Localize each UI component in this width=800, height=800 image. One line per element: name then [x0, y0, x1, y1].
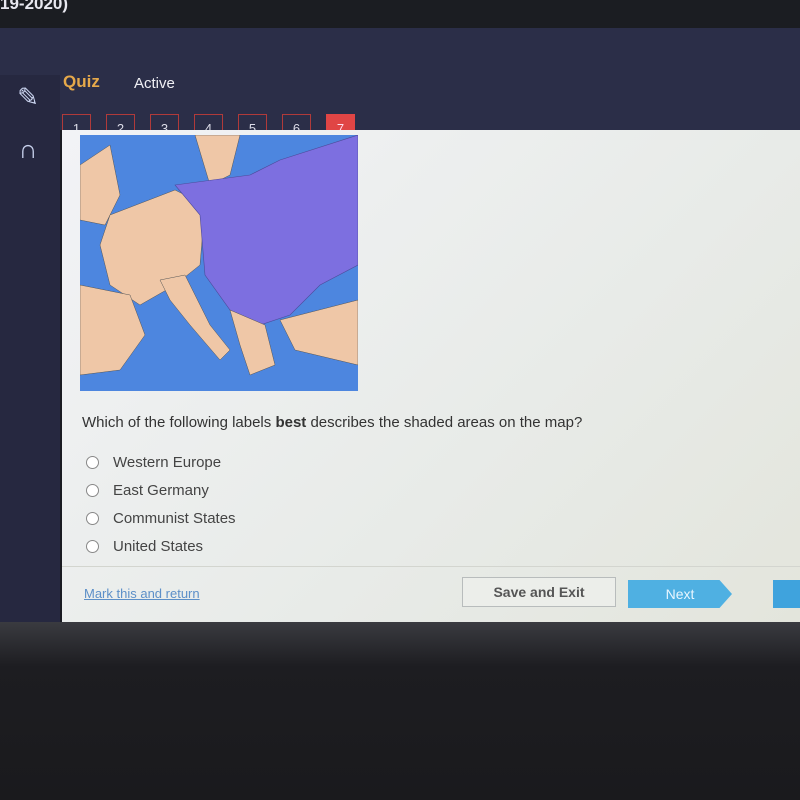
europe-map [80, 135, 358, 391]
radio-button[interactable] [86, 511, 99, 525]
next-button[interactable]: Next [628, 580, 732, 608]
headphones-icon[interactable]: ∩ [8, 129, 48, 169]
sidebar: ✎ ∩ [0, 75, 60, 625]
radio-button[interactable] [86, 483, 99, 497]
question-text-part: Which of the following labels [82, 414, 276, 431]
breadcrumb: 19-2020) [0, 0, 69, 13]
answer-option[interactable]: Communist States [86, 504, 236, 532]
tab-quiz[interactable]: Quiz [63, 72, 100, 92]
save-and-exit-button[interactable]: Save and Exit [462, 577, 616, 607]
option-label: United States [113, 537, 204, 555]
question-text: Which of the following labels best descr… [82, 414, 582, 431]
header: Quiz Active 1 2 3 4 5 6 7 [0, 28, 800, 143]
radio-button[interactable] [86, 539, 99, 553]
answer-option[interactable]: Western Europe [86, 448, 236, 476]
submit-button[interactable] [773, 580, 800, 608]
divider [62, 566, 800, 567]
status-label: Active [134, 75, 175, 92]
question-emphasis: best [275, 414, 307, 431]
radio-button[interactable] [86, 455, 99, 469]
top-strip: 19-2020) [0, 0, 800, 28]
option-label: East Germany [113, 481, 209, 499]
question-text-part: describes the shaded areas on the map? [306, 414, 583, 431]
option-label: Communist States [113, 509, 236, 527]
answer-options: Western Europe East Germany Communist St… [86, 448, 236, 560]
option-label: Western Europe [113, 453, 222, 471]
mark-and-return-link[interactable]: Mark this and return [84, 586, 200, 601]
answer-option[interactable]: United States [86, 532, 236, 560]
screen-bezel [0, 622, 800, 800]
answer-option[interactable]: East Germany [86, 476, 236, 504]
question-panel: Which of the following labels best descr… [62, 130, 800, 622]
pencil-icon[interactable]: ✎ [8, 77, 48, 117]
